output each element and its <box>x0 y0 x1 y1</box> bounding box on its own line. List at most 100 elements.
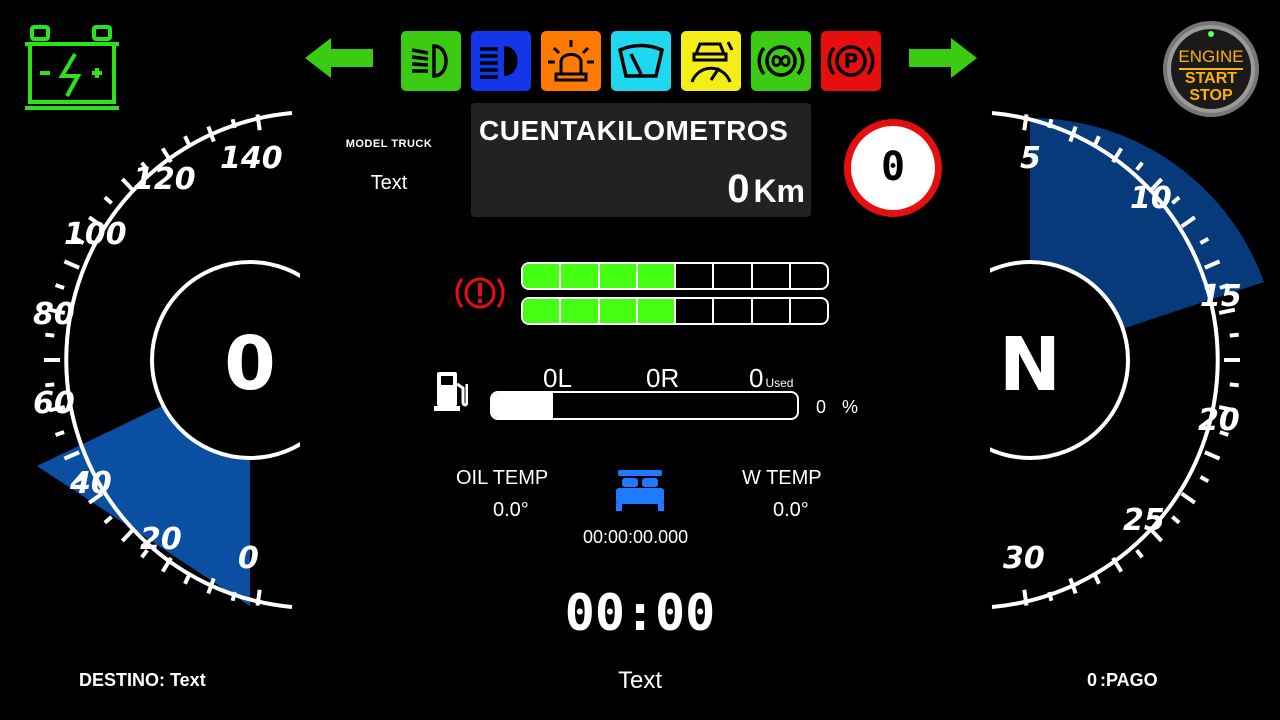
parking-brake-indicator: P <box>821 31 881 91</box>
payment-label: :PAGO <box>1100 670 1158 690</box>
wiper-icon <box>617 43 665 78</box>
speed-tick-label: 20 <box>140 522 182 557</box>
gauge-tick <box>230 591 237 602</box>
odometer-value: 0 <box>727 167 750 211</box>
rest-timer: 00:00:00.000 <box>583 527 689 547</box>
gauge-tick <box>54 283 65 290</box>
retarder-indicator <box>751 31 811 91</box>
bed-icon <box>614 470 666 512</box>
gauge-tick <box>206 577 216 595</box>
left-turn-signal-icon <box>305 36 375 80</box>
speed-tick-label: 60 <box>33 386 75 421</box>
speed-tick-label: 120 <box>133 162 196 197</box>
rpm-tick-label: 10 <box>1130 181 1172 216</box>
gauge-tick <box>230 118 237 129</box>
gauge-tick <box>103 515 113 525</box>
speed-tick-label: 100 <box>64 217 127 252</box>
speed-tick-label: 40 <box>69 466 112 501</box>
gauge-tick <box>1047 118 1054 129</box>
high-beam-indicator <box>471 31 531 91</box>
speed-tick-label: 140 <box>220 141 283 176</box>
speedometer-gauge: 140 120 100 80 60 40 20 0 0 <box>33 111 300 609</box>
gauge-tick <box>255 589 262 606</box>
fuel-percent-sign: % <box>842 397 859 417</box>
model-text: Text <box>370 172 408 194</box>
fuel-used-value: 0 <box>749 363 764 393</box>
gauge-tick <box>1068 577 1078 595</box>
gauge-tick <box>103 195 113 205</box>
beacon-icon <box>548 40 594 82</box>
destination: DESTINO: Text <box>79 670 206 691</box>
odometer-panel: CUENTAKILOMETROS 0 Km <box>471 103 811 217</box>
gauge-tick <box>1204 450 1221 461</box>
gauge-tick <box>120 177 135 193</box>
low-beam-icon <box>411 44 448 78</box>
gauge-tick <box>183 135 191 146</box>
fuel-level-bar <box>490 391 799 420</box>
gauge-tick <box>120 527 135 543</box>
retarder-icon <box>757 45 805 77</box>
parking-brake-icon: P <box>827 45 875 77</box>
cruise-control-icon <box>690 41 734 83</box>
fuel-level-fill <box>492 393 553 418</box>
clock: 00:00 <box>564 584 716 642</box>
gauge-tick <box>1135 548 1144 559</box>
odometer-unit: Km <box>753 173 805 209</box>
fuel-used-label: Used <box>765 376 794 390</box>
destination-value: Text <box>170 670 206 690</box>
gauge-tick <box>206 125 216 143</box>
gauge-tick <box>54 430 65 437</box>
rpm-tick-label: 30 <box>1003 541 1045 576</box>
model-label: MODEL TRUCK <box>345 138 433 150</box>
gauge-tick <box>1022 114 1029 131</box>
gauge-tick <box>1022 589 1029 606</box>
svg-text:P: P <box>844 49 859 73</box>
fuel-liters: 0L <box>543 363 572 393</box>
rpm-tick-label: 20 <box>1198 403 1240 438</box>
odometer-readout: 0 Km <box>727 167 805 212</box>
low-beam-indicator <box>401 31 461 91</box>
speed-limit-value: 0 <box>880 144 906 190</box>
gauge-tick <box>1199 475 1210 484</box>
oil-temp-value: 0.0° <box>493 499 529 521</box>
right-turn-signal-icon <box>907 36 977 80</box>
destination-label: DESTINO: <box>79 670 166 690</box>
speed-tick-label: 0 <box>238 541 259 576</box>
speed-tick-label: 80 <box>33 297 75 332</box>
rpm-tick-label: 25 <box>1123 503 1165 538</box>
fuel-percent: 0 <box>816 397 827 417</box>
gauge-tick <box>63 259 80 270</box>
fuel-range: 0R <box>646 363 680 393</box>
water-temp-label: W TEMP <box>742 467 822 489</box>
gauge-tick <box>1093 574 1101 585</box>
fuel-used: 0 Used <box>749 363 793 394</box>
wiper-indicator <box>611 31 671 91</box>
payment-value: 0 <box>1087 670 1098 690</box>
gauge-tick <box>1171 515 1181 525</box>
beacon-indicator <box>541 31 601 91</box>
gauge-tick <box>1229 382 1239 388</box>
footer-center-text: Text <box>617 667 662 694</box>
odometer-title: CUENTAKILOMETROS <box>479 115 789 146</box>
high-beam-icon <box>480 46 518 79</box>
water-temp-value: 0.0° <box>773 499 809 521</box>
gauge-tick <box>1047 591 1054 602</box>
rpm-gauge: 5 10 15 20 25 30 N <box>990 111 1264 609</box>
air-pressure-bar-1 <box>521 262 829 290</box>
brake-warning-icon <box>454 271 506 315</box>
payment: 0 :PAGO <box>1087 670 1158 691</box>
air-pressure-bar-2 <box>521 297 829 325</box>
gauge-tick <box>1229 332 1239 338</box>
speed-readout: 0 <box>224 321 276 407</box>
oil-temp-label: OIL TEMP <box>456 467 549 489</box>
rpm-tick-label: 15 <box>1200 279 1242 314</box>
gauge-tick <box>255 114 262 131</box>
gauge-tick <box>183 574 191 585</box>
gear-readout: N <box>999 322 1061 408</box>
gauge-tick <box>1180 491 1196 505</box>
gauge-tick <box>45 332 55 338</box>
fuel-pump-icon <box>434 370 469 412</box>
speed-limit-sign: 0 <box>843 118 943 218</box>
cruise-control-indicator <box>681 31 741 91</box>
rpm-tick-label: 5 <box>1020 141 1041 176</box>
